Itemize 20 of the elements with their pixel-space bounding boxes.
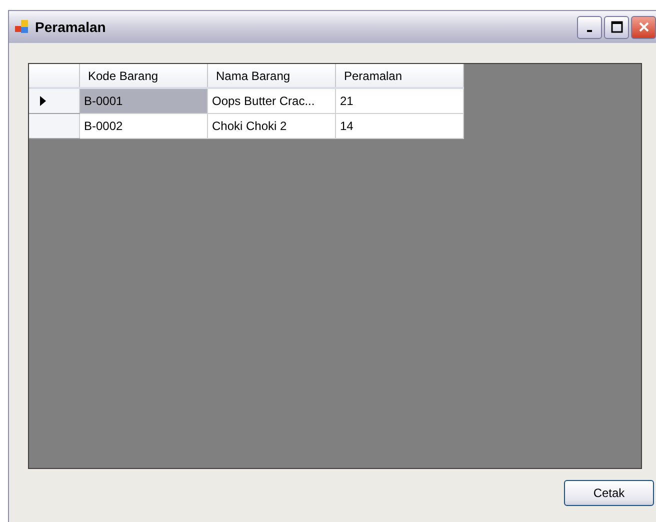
column-header[interactable]: Peramalan bbox=[336, 64, 464, 88]
print-button[interactable]: Cetak bbox=[564, 480, 654, 506]
maximize-icon bbox=[610, 21, 622, 33]
window-title: Peramalan bbox=[35, 19, 107, 35]
app-icon bbox=[15, 20, 29, 34]
maximize-button[interactable] bbox=[604, 16, 629, 38]
table-cell: B-0002 bbox=[80, 113, 208, 138]
minimize-button[interactable] bbox=[577, 16, 602, 38]
table-cell: B-0001 bbox=[80, 88, 208, 113]
row-header[interactable] bbox=[29, 88, 80, 113]
corner-header bbox=[29, 64, 80, 88]
minimize-icon bbox=[587, 30, 592, 32]
table-cell: 14 bbox=[336, 113, 464, 138]
column-header[interactable]: Kode Barang bbox=[80, 64, 208, 88]
close-button[interactable] bbox=[631, 16, 656, 38]
table-cell: 21 bbox=[336, 88, 464, 113]
table-cell: Choki Choki 2 bbox=[208, 113, 336, 138]
column-header[interactable]: Nama Barang bbox=[208, 64, 336, 88]
close-icon bbox=[638, 21, 650, 33]
table-cell: Oops Butter Crac... bbox=[208, 88, 336, 113]
